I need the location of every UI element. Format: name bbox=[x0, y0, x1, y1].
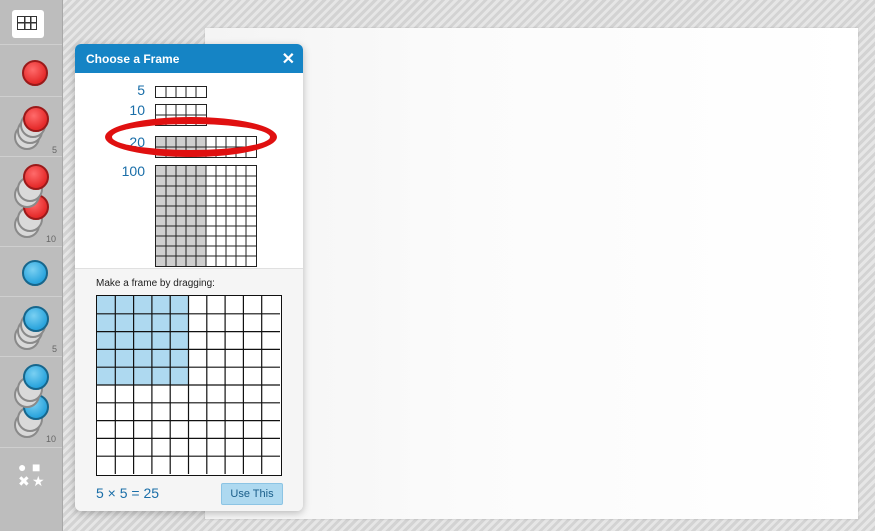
stack-count-label: 5 bbox=[52, 145, 58, 155]
red-counter-tool[interactable] bbox=[22, 60, 48, 86]
toolbar-divider bbox=[0, 96, 62, 97]
drag-instruction: Make a frame by dragging: bbox=[96, 278, 215, 289]
custom-frame-section: Make a frame by dragging: 5 × 5 = 25 Use… bbox=[75, 268, 303, 511]
use-this-button[interactable]: Use This bbox=[221, 483, 283, 505]
toolbar-divider bbox=[0, 44, 62, 45]
drag-frame-grid[interactable] bbox=[96, 295, 282, 476]
blue-counter-tool[interactable] bbox=[22, 260, 48, 286]
twenty-frame-preview bbox=[155, 136, 257, 158]
left-toolbar: 5 10 5 10 ● ■ ✖ ★ bbox=[0, 0, 63, 531]
toolbar-divider bbox=[0, 296, 62, 297]
ten-frame-preview bbox=[155, 104, 207, 126]
preset-frames-list: 5 10 20 100 bbox=[75, 73, 303, 268]
stack-count-label: 5 bbox=[52, 344, 58, 354]
square-shape-icon: ■ bbox=[32, 459, 41, 475]
frame-option-label: 100 bbox=[121, 163, 145, 179]
toolbar-divider bbox=[0, 356, 62, 357]
stack-count-label: 10 bbox=[46, 234, 57, 244]
circle-shape-icon: ● bbox=[18, 459, 27, 475]
frame-option-label: 10 bbox=[129, 102, 145, 118]
hundred-frame-preview bbox=[155, 165, 257, 267]
cross-shape-icon: ✖ bbox=[18, 473, 30, 489]
grid-lines bbox=[97, 296, 280, 474]
star-shape-icon: ★ bbox=[32, 473, 45, 489]
stack-count-label: 10 bbox=[46, 434, 57, 444]
toolbar-divider bbox=[0, 246, 62, 247]
dialog-title: Choose a Frame bbox=[86, 52, 180, 66]
frame-option-label: 5 bbox=[137, 82, 145, 98]
close-icon[interactable]: ✕ bbox=[282, 49, 295, 69]
frame-option-label: 20 bbox=[129, 134, 145, 150]
toolbar-divider bbox=[0, 156, 62, 157]
frames-tool-button[interactable] bbox=[12, 10, 44, 38]
dialog-header: Choose a Frame ✕ bbox=[75, 44, 303, 73]
choose-frame-dialog: Choose a Frame ✕ 5 10 20 100 Make a fram… bbox=[75, 44, 303, 511]
frame-size-equation: 5 × 5 = 25 bbox=[96, 485, 160, 501]
shapes-tool-button[interactable]: ● ■ ✖ ★ bbox=[16, 460, 46, 490]
frames-grid-icon bbox=[17, 16, 37, 30]
toolbar-divider bbox=[0, 447, 62, 448]
five-frame-preview bbox=[155, 86, 207, 98]
